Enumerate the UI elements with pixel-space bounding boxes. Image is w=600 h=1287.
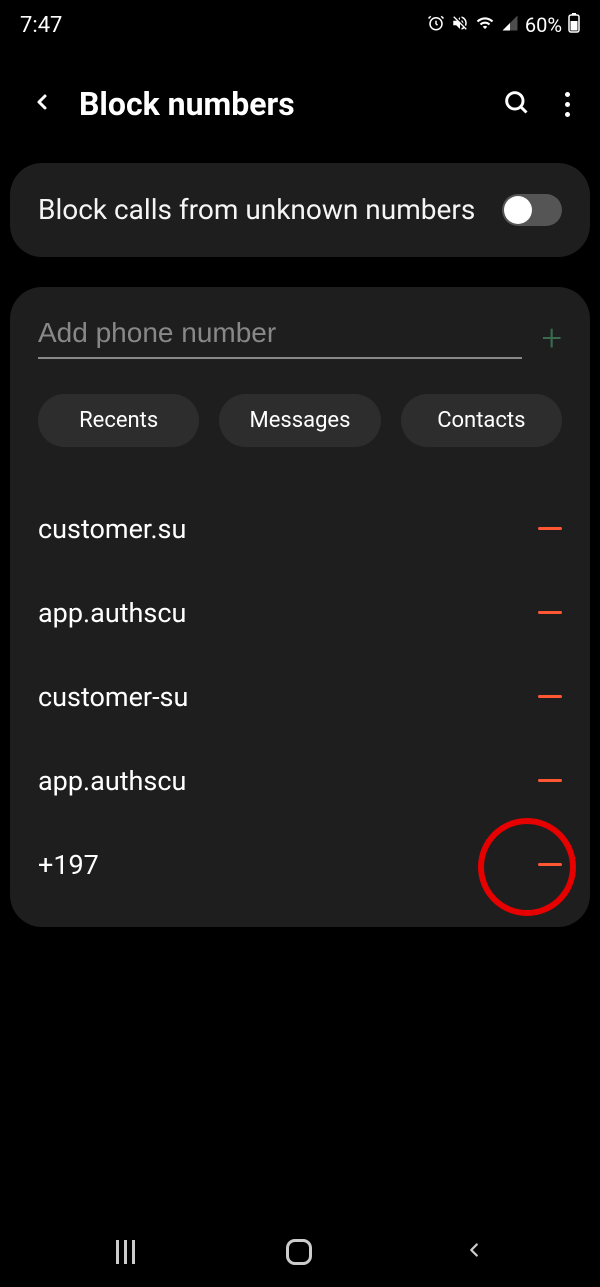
blocked-label: +197 <box>38 849 99 881</box>
messages-chip[interactable]: Messages <box>219 394 380 447</box>
wifi-icon <box>475 13 495 37</box>
remove-button[interactable] <box>538 779 562 782</box>
blocked-item: +197 <box>38 823 562 907</box>
nav-back-button[interactable] <box>463 1239 485 1265</box>
blocked-numbers-card: + Recents Messages Contacts customer.su … <box>10 287 590 927</box>
add-phone-button[interactable]: + <box>542 320 562 356</box>
blocked-label: app.authscu <box>38 597 186 629</box>
block-unknown-label: Block calls from unknown numbers <box>38 191 475 229</box>
remove-button[interactable] <box>538 611 562 614</box>
blocked-label: app.authscu <box>38 765 186 797</box>
blocked-item: app.authscu <box>38 571 562 655</box>
add-phone-input[interactable] <box>38 317 522 359</box>
remove-button[interactable] <box>538 695 562 698</box>
blocked-item: app.authscu <box>38 739 562 823</box>
signal-icon <box>501 13 519 37</box>
mute-icon <box>451 13 469 37</box>
app-header: Block numbers <box>0 50 600 153</box>
blocked-label: customer-su <box>38 681 188 713</box>
source-chips: Recents Messages Contacts <box>38 394 562 447</box>
blocked-label: customer.su <box>38 513 186 545</box>
remove-button[interactable] <box>538 863 562 866</box>
status-time: 7:47 <box>20 13 62 38</box>
block-unknown-card: Block calls from unknown numbers <box>10 163 590 257</box>
navigation-bar <box>0 1217 600 1287</box>
block-unknown-toggle[interactable] <box>502 194 562 226</box>
recents-chip[interactable]: Recents <box>38 394 199 447</box>
contacts-chip[interactable]: Contacts <box>401 394 562 447</box>
blocked-item: customer.su <box>38 487 562 571</box>
battery-percent: 60% <box>525 13 562 37</box>
more-options-button[interactable] <box>565 92 570 117</box>
add-phone-row: + <box>38 317 562 359</box>
nav-recents-button[interactable] <box>116 1240 135 1264</box>
blocked-list: customer.su app.authscu customer-su app.… <box>38 487 562 907</box>
nav-home-button[interactable] <box>286 1239 312 1265</box>
battery-icon <box>568 13 580 38</box>
remove-button[interactable] <box>538 527 562 530</box>
blocked-item: customer-su <box>38 655 562 739</box>
status-icons: 60% <box>427 13 580 38</box>
back-button[interactable] <box>30 90 54 118</box>
search-button[interactable] <box>502 88 530 120</box>
alarm-icon <box>427 13 445 37</box>
status-bar: 7:47 60% <box>0 0 600 50</box>
page-title: Block numbers <box>79 85 477 123</box>
